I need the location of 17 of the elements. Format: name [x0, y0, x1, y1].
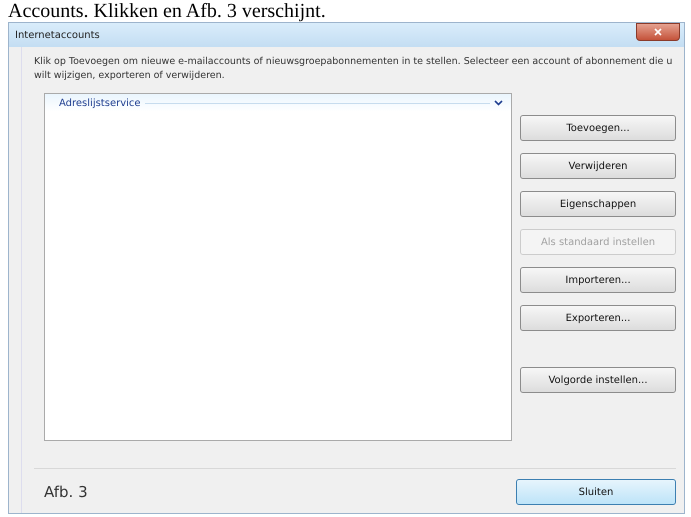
instruction-text: Klik op Toevoegen om nieuwe e-mailaccounts of nieuwsgroepabonnementen in te stellen. Selecteer een account of abonnement die u wilt wijzigen, exporteren of verwijderen.	[34, 55, 674, 83]
close-icon	[654, 28, 662, 36]
dialog-button[interactable]: Eigenschappen	[520, 191, 676, 217]
heading-text: Accounts. Klikken en Afb. 3 verschijnt.	[7, 0, 327, 22]
window-title: Internetaccounts	[15, 30, 100, 40]
dialog-button[interactable]: Verwijderen	[520, 153, 676, 179]
close-button[interactable]	[636, 23, 680, 41]
account-list[interactable]: Adreslijstservice	[44, 93, 512, 441]
dialog-button[interactable]: Importeren...	[520, 267, 676, 293]
dialog-button[interactable]: Exporteren...	[520, 305, 676, 331]
close-dialog-button[interactable]: Sluiten	[516, 479, 676, 505]
figure-caption: Afb. 3	[44, 483, 88, 501]
chevron-icon[interactable]	[494, 100, 504, 106]
order-button[interactable]: Volgorde instellen...	[520, 367, 676, 393]
group-header[interactable]: Adreslijstservice	[45, 94, 512, 112]
dialog-button[interactable]: Toevoegen...	[520, 115, 676, 141]
group-header-label: Adreslijstservice	[59, 98, 141, 108]
